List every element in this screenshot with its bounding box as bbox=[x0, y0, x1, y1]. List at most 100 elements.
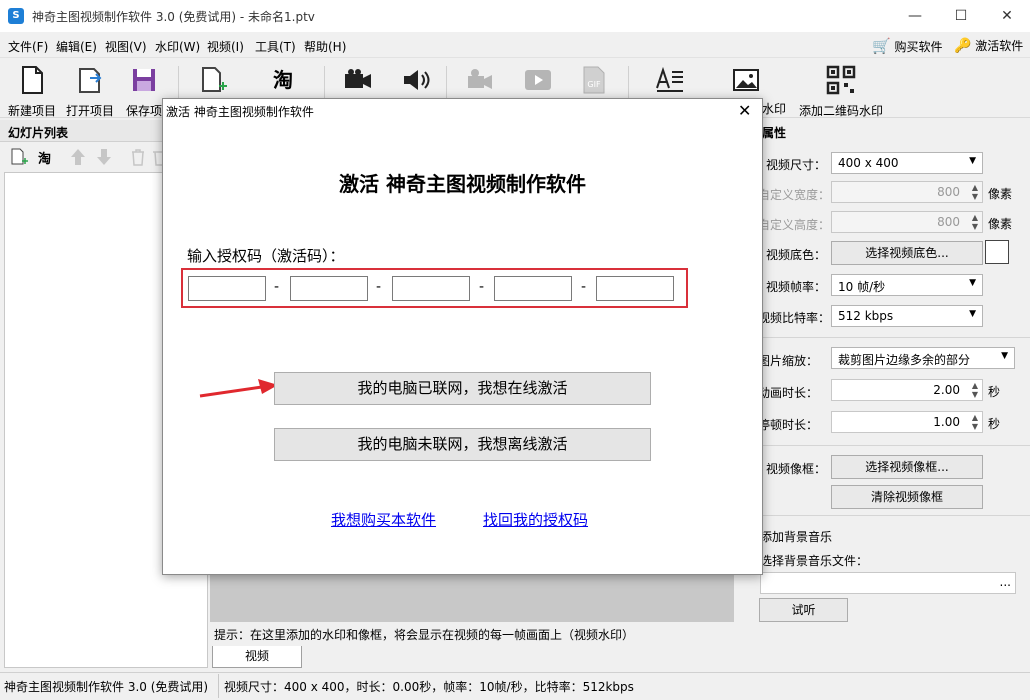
custom-width-label: 自定义宽度： bbox=[758, 188, 831, 202]
delete-icon bbox=[132, 149, 144, 166]
custom-height-field: 800 ▲ ▼ bbox=[831, 211, 983, 233]
bg-color-label: 视频底色： bbox=[766, 248, 827, 262]
animation-duration-field[interactable]: 2.00 ▲ ▼ bbox=[831, 379, 983, 401]
video-frame-label: 视频像框： bbox=[766, 462, 827, 476]
bgm-file-label: 选择背景音乐文件： bbox=[760, 554, 869, 568]
code-separator: - bbox=[581, 279, 587, 295]
qr-watermark-button[interactable]: 添加二维码水印 bbox=[798, 64, 884, 119]
text-align-icon bbox=[656, 66, 683, 92]
status-divider bbox=[218, 674, 219, 698]
code-separator: - bbox=[376, 279, 382, 295]
license-code-field-2[interactable] bbox=[290, 276, 368, 301]
image-scale-label: 图片缩放： bbox=[758, 354, 819, 368]
dialog-title: 激活 神奇主图视频制作软件 bbox=[166, 105, 314, 119]
app-icon: S bbox=[8, 8, 24, 24]
add-slide-button[interactable] bbox=[196, 64, 230, 102]
dropdown-arrow-icon: ▼ bbox=[969, 278, 976, 288]
online-activate-button[interactable]: 我的电脑已联网，我想在线激活 bbox=[274, 372, 651, 405]
menu-view[interactable]: 视图(V) bbox=[105, 38, 147, 55]
add-audio-button[interactable] bbox=[398, 64, 434, 102]
bgm-file-field[interactable]: ... bbox=[760, 572, 1016, 594]
animation-duration-label: 动画时长： bbox=[758, 386, 819, 400]
close-button[interactable]: ✕ bbox=[984, 0, 1030, 32]
film-play-icon bbox=[525, 70, 551, 90]
dropdown-arrow-icon: ▼ bbox=[969, 309, 976, 319]
delete-all-icon bbox=[153, 151, 162, 166]
dropdown-arrow-icon: ▼ bbox=[969, 156, 976, 166]
dialog-heading: 激活 神奇主图视频制作软件 bbox=[339, 172, 586, 196]
pause-duration-field[interactable]: 1.00 ▲ ▼ bbox=[831, 411, 983, 433]
pause-unit: 秒 bbox=[988, 417, 1001, 431]
add-bgm-label: 添加背景音乐 bbox=[760, 530, 833, 544]
taobao-icon: 淘 bbox=[273, 68, 293, 92]
bitrate-select[interactable]: 512 kbps ▼ bbox=[831, 305, 983, 327]
menu-file[interactable]: 文件(F) bbox=[8, 38, 48, 55]
code-separator: - bbox=[274, 279, 280, 295]
select-bg-color-button[interactable]: 选择视频底色... bbox=[831, 241, 983, 265]
new-project-button[interactable]: 新建项目 bbox=[6, 64, 58, 119]
add-slide-icon[interactable] bbox=[10, 148, 28, 166]
red-arrow-icon bbox=[199, 379, 278, 398]
add-video-button[interactable] bbox=[340, 64, 376, 102]
svg-text:GIF: GIF bbox=[587, 80, 601, 89]
minimize-button[interactable]: — bbox=[892, 0, 938, 32]
play-video-button bbox=[520, 64, 556, 102]
dialog-close-icon[interactable]: ✕ bbox=[738, 101, 751, 120]
frame-rate-select[interactable]: 10 帧/秒 ▼ bbox=[831, 274, 983, 296]
camcorder-icon bbox=[468, 69, 492, 89]
save-icon bbox=[133, 69, 155, 91]
license-code-field-1[interactable] bbox=[188, 276, 266, 301]
buy-software-dialog-link[interactable]: 我想购买本软件 bbox=[331, 509, 436, 530]
record-video-button bbox=[462, 64, 498, 102]
video-size-label: 视频尺寸： bbox=[766, 158, 827, 172]
gif-button: GIF bbox=[576, 64, 612, 102]
menu-bar: 文件(F) 编辑(E) 视图(V) 水印(W) 视频(I) 工具(T) 帮助(H… bbox=[0, 32, 1030, 58]
clear-video-frame-button[interactable]: 清除视频像框 bbox=[831, 485, 983, 509]
activate-software-link[interactable]: 🔑 激活软件 bbox=[954, 37, 1023, 54]
listen-button[interactable]: 试听 bbox=[759, 598, 848, 622]
bitrate-label: 视频比特率： bbox=[758, 311, 831, 325]
add-text-button[interactable] bbox=[652, 64, 688, 102]
add-page-icon bbox=[202, 67, 227, 92]
tab-video[interactable]: 视频 bbox=[212, 646, 302, 668]
video-size-select[interactable]: 400 x 400 ▼ bbox=[831, 152, 983, 174]
taobao-import-icon[interactable]: 淘 bbox=[38, 148, 51, 167]
status-app-name: 神奇主图视频制作软件 3.0 (免费试用) bbox=[4, 680, 209, 694]
open-file-icon bbox=[79, 68, 102, 93]
license-code-field-5[interactable] bbox=[596, 276, 674, 301]
save-project-button[interactable]: 保存项 bbox=[122, 64, 166, 119]
image-watermark-button[interactable]: 水印 bbox=[732, 64, 790, 116]
watermark-hint: 提示：在这里添加的水印和像框，将会显示在视频的每一帧画面上（视频水印） bbox=[214, 628, 635, 642]
menu-watermark[interactable]: 水印(W) bbox=[155, 38, 200, 55]
height-unit: 像素 bbox=[988, 217, 1013, 231]
license-code-field-4[interactable] bbox=[494, 276, 572, 301]
license-code-label: 输入授权码（激活码）： bbox=[187, 247, 345, 265]
code-separator: - bbox=[479, 279, 485, 295]
recover-license-link[interactable]: 找回我的授权码 bbox=[483, 509, 588, 530]
video-camera-icon bbox=[345, 69, 371, 88]
spinner-icon[interactable]: ▲ ▼ bbox=[972, 381, 978, 399]
menu-video[interactable]: 视频(I) bbox=[207, 38, 244, 55]
frame-rate-label: 视频帧率： bbox=[766, 280, 827, 294]
license-code-field-3[interactable] bbox=[392, 276, 470, 301]
cart-icon: 🛒 bbox=[872, 37, 891, 55]
offline-activate-button[interactable]: 我的电脑未联网，我想离线激活 bbox=[274, 428, 651, 461]
maximize-button[interactable]: ☐ bbox=[938, 0, 984, 32]
image-dropdown-icon bbox=[733, 69, 759, 91]
custom-height-label: 自定义高度： bbox=[758, 218, 831, 232]
menu-tools[interactable]: 工具(T) bbox=[255, 38, 296, 55]
open-project-button[interactable]: 打开项目 bbox=[64, 64, 116, 119]
image-scale-select[interactable]: 裁剪图片边缘多余的部分 ▼ bbox=[831, 347, 1015, 369]
bgm-browse-button[interactable]: ... bbox=[1000, 575, 1011, 589]
menu-edit[interactable]: 编辑(E) bbox=[56, 38, 97, 55]
select-video-frame-button[interactable]: 选择视频像框... bbox=[831, 455, 983, 479]
window-title: 神奇主图视频制作软件 3.0 (免费试用) - 未命名1.ptv bbox=[32, 10, 315, 24]
bg-color-swatch[interactable] bbox=[985, 240, 1009, 264]
spinner-icon: ▲ ▼ bbox=[971, 183, 978, 201]
move-down-icon bbox=[97, 149, 111, 165]
spinner-icon[interactable]: ▲ ▼ bbox=[972, 413, 978, 431]
buy-software-link[interactable]: 🛒 购买软件 bbox=[872, 37, 943, 55]
taobao-button[interactable]: 淘 bbox=[266, 64, 300, 102]
qr-code-icon bbox=[826, 65, 856, 95]
menu-help[interactable]: 帮助(H) bbox=[304, 38, 346, 55]
